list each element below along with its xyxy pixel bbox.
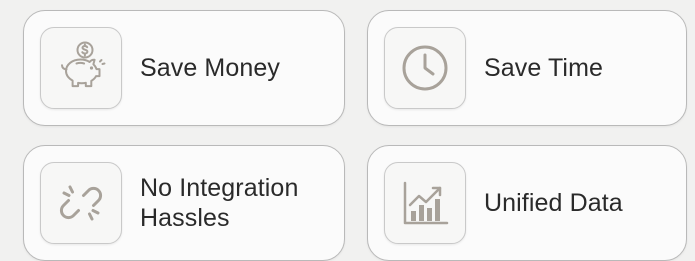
chart-icon-tile [384, 162, 466, 244]
broken-link-icon-tile [40, 162, 122, 244]
piggy-bank-icon-tile [40, 27, 122, 109]
benefit-card-unified-data: Unified Data [367, 145, 687, 261]
label-line-1: No Integration [140, 174, 299, 202]
benefit-card-save-time: Save Time [367, 10, 687, 126]
piggy-bank-dollar-icon [61, 41, 106, 88]
benefit-card-no-integration-hassles: No Integration Hassles [23, 145, 345, 261]
bar-chart-growth-icon [403, 181, 449, 225]
unified-data-label: Unified Data [484, 189, 623, 217]
save-time-label: Save Time [484, 54, 604, 82]
clock-icon-tile [384, 27, 466, 109]
save-money-label: Save Money [140, 54, 280, 82]
label-line-2: Hassles [140, 204, 230, 232]
no-integration-hassles-label: No Integration Hassles [140, 173, 340, 233]
clock-icon [402, 45, 448, 91]
broken-chain-link-icon [59, 185, 103, 221]
benefit-card-save-money: Save Money [23, 10, 345, 126]
